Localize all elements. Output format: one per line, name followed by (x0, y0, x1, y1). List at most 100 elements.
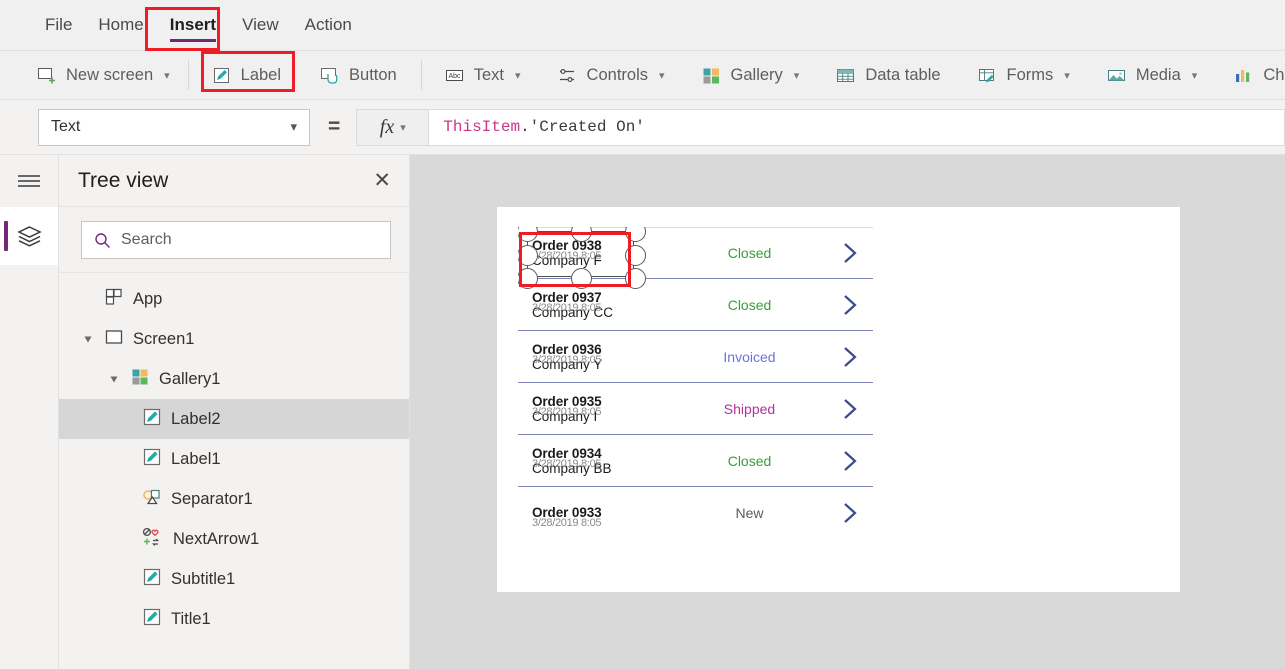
next-arrow-icon[interactable] (827, 240, 873, 266)
gallery-row-status: Shipped (723, 400, 776, 417)
tree-node-title1[interactable]: Title1 (59, 599, 409, 639)
next-arrow-icon[interactable] (827, 500, 873, 526)
left-icon-rail (0, 155, 59, 669)
gallery-row[interactable]: Order 0934 Company BB 3/28/2019 8:05 Clo… (518, 435, 873, 487)
text-button-label: Text (473, 65, 505, 84)
menu-item-insert[interactable]: Insert (157, 0, 229, 51)
app-canvas: Order 0938 Company F 3/28/2019 8:05 Clos… (410, 155, 1285, 669)
tree-node-screen1[interactable]: Screen1 (59, 319, 409, 359)
chevron-down-icon[interactable]: ▾ (659, 69, 665, 82)
ribbon-toolbar: New screen ▾ Label Button Abc Text ▾ Con… (0, 51, 1285, 100)
data-table-icon (835, 65, 856, 86)
resize-handle-w[interactable] (518, 245, 538, 266)
controls-button-label: Controls (586, 65, 648, 84)
rail-item-tree-view[interactable] (0, 207, 58, 265)
resize-handle-e[interactable] (625, 245, 646, 266)
gallery-row-status: New (735, 504, 764, 521)
equals-sign: = (328, 115, 341, 138)
label-button-label: Label (240, 65, 282, 84)
label-icon (142, 407, 162, 432)
gallery-icon (701, 65, 722, 86)
controls-button[interactable]: Controls ▾ (545, 55, 677, 95)
menu-item-home[interactable]: Home (85, 0, 156, 51)
gallery-control[interactable]: Order 0938 Company F 3/28/2019 8:05 Clos… (518, 227, 873, 538)
media-button[interactable]: Media ▾ (1094, 55, 1209, 95)
property-selector-value: Text (51, 118, 81, 135)
chevron-down-icon[interactable]: ▾ (164, 69, 170, 82)
hamburger-menu-button[interactable] (0, 155, 58, 207)
tree-node-app[interactable]: App (59, 279, 409, 319)
button-button-label: Button (349, 65, 397, 84)
chevron-down-icon[interactable]: ▾ (515, 69, 521, 82)
media-image-icon (1106, 65, 1127, 86)
next-arrow-icon[interactable] (827, 292, 873, 318)
tree-view-panel: Tree view ✕ Search App Screen1 Gallery1 … (59, 155, 410, 669)
fx-icon: fx (379, 115, 395, 138)
menu-item-file[interactable]: File (32, 0, 85, 51)
formula-input[interactable]: ThisItem .'Created On' (428, 108, 1285, 146)
chevron-down-icon[interactable]: ▾ (290, 119, 297, 135)
chevron-down-icon[interactable]: ▾ (400, 121, 406, 134)
tree-node-gallery1[interactable]: Gallery1 (59, 359, 409, 399)
resize-handle-n[interactable] (571, 227, 592, 242)
menu-item-view[interactable]: View (229, 0, 292, 51)
app-screen-preview[interactable]: Order 0938 Company F 3/28/2019 8:05 Clos… (497, 207, 1180, 592)
text-button[interactable]: Abc Text ▾ (432, 55, 533, 95)
new-screen-button[interactable]: New screen ▾ (24, 55, 182, 95)
screen-icon (104, 327, 124, 352)
forms-button-label: Forms (1006, 65, 1054, 84)
tree-node-label2[interactable]: Label2 (59, 399, 409, 439)
button-button[interactable]: Button (307, 55, 409, 95)
twisty-expanded-icon[interactable] (107, 375, 121, 384)
tree-node-list: App Screen1 Gallery1 Label2 Label1 Separ… (59, 273, 409, 639)
ribbon-divider (187, 60, 189, 90)
twisty-expanded-icon[interactable] (81, 335, 95, 344)
gallery-row[interactable]: Order 0937 Company CC 3/28/2019 8:05 Clo… (518, 279, 873, 331)
gallery-row[interactable]: Order 0935 Company I 3/28/2019 8:05 Ship… (518, 383, 873, 435)
data-table-button-label: Data table (865, 65, 941, 84)
tree-node-subtitle1[interactable]: Subtitle1 (59, 559, 409, 599)
data-table-button[interactable]: Data table (823, 55, 952, 95)
forms-button[interactable]: Forms ▾ (965, 55, 1082, 95)
close-icon[interactable]: ✕ (373, 170, 391, 191)
search-icon (95, 232, 110, 248)
tree-view-title: Tree view (78, 168, 169, 192)
gallery-row-texts: Order 0937 Company CC 3/28/2019 8:05 (518, 290, 678, 320)
chevron-down-icon[interactable]: ▾ (1064, 69, 1070, 82)
tree-node-label1[interactable]: Label1 (59, 439, 409, 479)
gallery-row[interactable]: Order 0936 Company Y 3/28/2019 8:05 Invo… (518, 331, 873, 383)
menu-bar: File Home Insert View Action (0, 0, 1285, 51)
property-selector[interactable]: Text ▾ (38, 108, 310, 146)
tree-node-label: Title1 (171, 609, 211, 628)
tree-view-header: Tree view ✕ (59, 155, 409, 207)
charts-button[interactable]: Char (1221, 55, 1285, 95)
next-arrow-icon[interactable] (827, 396, 873, 422)
gallery-row[interactable]: Order 0933 3/28/2019 8:05 New (518, 487, 873, 538)
text-abc-icon: Abc (444, 65, 465, 86)
gallery-row-created-on: 3/28/2019 8:05 (532, 517, 602, 529)
tree-node-label: Label2 (171, 409, 221, 428)
svg-text:Abc: Abc (448, 73, 461, 80)
menu-item-action[interactable]: Action (292, 0, 365, 51)
tree-node-separator1[interactable]: Separator1 (59, 479, 409, 519)
label-icon (211, 65, 232, 86)
chevron-down-icon[interactable]: ▾ (794, 69, 800, 82)
fx-button[interactable]: fx ▾ (356, 108, 429, 146)
layers-icon (16, 225, 42, 247)
label-icon (142, 567, 162, 592)
tree-node-nextarrow1[interactable]: NextArrow1 (59, 519, 409, 559)
gallery-row-created-on: 3/28/2019 8:05 (532, 405, 602, 418)
new-screen-label: New screen (66, 65, 154, 84)
label-button[interactable]: Label (199, 55, 293, 95)
chevron-down-icon[interactable]: ▾ (1192, 69, 1198, 82)
resize-handle-nw[interactable] (518, 227, 538, 242)
ribbon-divider (420, 60, 422, 90)
controls-sliders-icon (557, 65, 578, 86)
next-arrow-icon[interactable] (827, 448, 873, 474)
gallery-button[interactable]: Gallery ▾ (689, 55, 812, 95)
tree-node-label: NextArrow1 (173, 529, 260, 548)
search-input[interactable]: Search (81, 221, 391, 259)
gallery-row[interactable]: Order 0938 Company F 3/28/2019 8:05 Clos… (518, 227, 873, 289)
gallery-row-created-on: 3/28/2019 8:05 (532, 301, 602, 314)
next-arrow-icon[interactable] (827, 344, 873, 370)
